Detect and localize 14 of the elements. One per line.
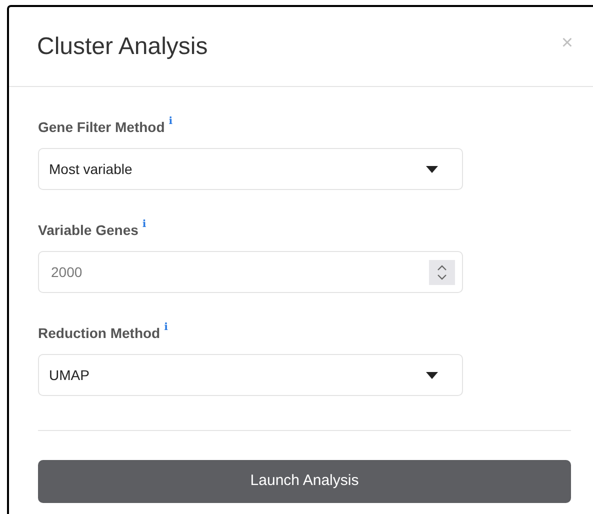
field-label: Gene Filter Method bbox=[38, 118, 165, 137]
launch-button[interactable]: Launch Analysis bbox=[38, 460, 571, 503]
spinner-icon[interactable] bbox=[429, 260, 455, 284]
info-mark[interactable]: i bbox=[142, 220, 146, 230]
select-field[interactable]: UMAP bbox=[38, 354, 463, 396]
caret-icon bbox=[426, 372, 438, 378]
info-mark[interactable]: i bbox=[168, 117, 173, 127]
field-label: Reduction Method bbox=[38, 324, 160, 343]
select-field[interactable]: Most variable bbox=[38, 148, 463, 190]
number-field[interactable]: 2000 bbox=[38, 251, 463, 293]
field-label: Variable Genes bbox=[38, 221, 138, 240]
info-mark[interactable]: i bbox=[164, 323, 168, 333]
dialog-title: Cluster Analysis bbox=[37, 32, 208, 62]
caret-icon bbox=[426, 166, 438, 172]
